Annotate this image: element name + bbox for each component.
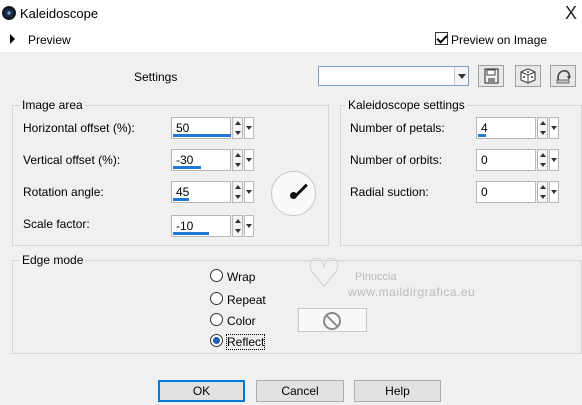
edge-color-label[interactable]: Color (227, 314, 256, 328)
orbits-spinner[interactable] (537, 149, 548, 171)
window-title: Kaleidoscope (20, 6, 99, 21)
preset-select[interactable] (318, 66, 469, 86)
spin-up-icon[interactable] (235, 219, 241, 223)
edge-repeat-label[interactable]: Repeat (227, 293, 266, 307)
spin-up-icon[interactable] (540, 121, 546, 125)
spin-down-icon[interactable] (235, 195, 241, 199)
ok-button[interactable]: OK (158, 380, 245, 402)
radial-suction-field[interactable]: 0 (476, 181, 560, 203)
watermark-url: www.maildirgrafica.eu (348, 285, 476, 299)
edge-color-radio[interactable] (210, 313, 223, 326)
vertical-offset-label: Vertical offset (%): (23, 153, 121, 167)
watermark-name: Pinuccia (355, 271, 397, 283)
vertical-offset-slider[interactable] (173, 166, 201, 169)
rotation-angle-menu[interactable] (244, 181, 254, 203)
radial-suction-label: Radial suction: (350, 185, 429, 199)
preview-toggle[interactable]: Preview (28, 33, 71, 47)
spin-down-icon[interactable] (235, 131, 241, 135)
spin-down-icon[interactable] (540, 195, 546, 199)
edge-color-swatch[interactable] (298, 308, 367, 332)
reset-icon (556, 70, 571, 84)
no-color-icon (323, 312, 341, 330)
close-button[interactable]: X (561, 3, 581, 23)
horizontal-offset-label: Horizontal offset (%): (23, 121, 135, 135)
horizontal-offset-menu[interactable] (244, 117, 254, 139)
settings-label: Settings (134, 70, 178, 84)
preview-on-image-checkbox[interactable] (435, 32, 448, 45)
spin-down-icon[interactable] (540, 163, 546, 167)
spin-up-icon[interactable] (540, 153, 546, 157)
orbits-menu[interactable] (549, 149, 559, 171)
radial-suction-input[interactable]: 0 (476, 181, 536, 203)
orbits-field[interactable]: 0 (476, 149, 560, 171)
spin-down-icon[interactable] (235, 229, 241, 233)
radial-suction-menu[interactable] (549, 181, 559, 203)
petals-slider[interactable] (478, 134, 486, 137)
scale-factor-label: Scale factor: (23, 217, 90, 231)
edge-wrap-radio[interactable] (210, 269, 223, 282)
cancel-button[interactable]: Cancel (256, 380, 344, 402)
rotation-angle-label: Rotation angle: (23, 185, 104, 199)
spin-down-icon[interactable] (540, 131, 546, 135)
image-area-title: Image area (20, 98, 85, 112)
vertical-offset-spinner[interactable] (232, 149, 243, 171)
dice-icon (520, 68, 536, 84)
scale-factor-field[interactable]: -10 (171, 215, 255, 237)
kaleidoscope-settings-title: Kaleidoscope settings (346, 98, 467, 112)
orbits-input[interactable]: 0 (476, 149, 536, 171)
expand-arrow-icon[interactable] (10, 34, 15, 44)
watermark-heart-icon: ♡ (306, 252, 342, 296)
vertical-offset-field[interactable]: -30 (171, 149, 255, 171)
preview-on-image-label[interactable]: Preview on Image (451, 33, 547, 47)
floppy-disk-icon (484, 68, 499, 84)
spin-up-icon[interactable] (540, 185, 546, 189)
rotation-dial[interactable] (271, 171, 316, 216)
spin-up-icon[interactable] (235, 153, 241, 157)
scale-factor-spinner[interactable] (232, 215, 243, 237)
rotation-angle-spinner[interactable] (232, 181, 243, 203)
spin-up-icon[interactable] (235, 121, 241, 125)
petals-spinner[interactable] (537, 117, 548, 139)
rotation-angle-field[interactable]: 45 (171, 181, 255, 203)
petals-field[interactable]: 4 (476, 117, 560, 139)
orbits-label: Number of orbits: (350, 153, 443, 167)
rotation-angle-slider[interactable] (173, 198, 189, 201)
scale-factor-slider[interactable] (173, 232, 209, 235)
edge-mode-group (12, 260, 582, 354)
chevron-down-icon[interactable] (454, 67, 468, 85)
reset-button[interactable] (550, 65, 576, 87)
spin-up-icon[interactable] (235, 185, 241, 189)
petals-label: Number of petals: (350, 121, 445, 135)
dial-center-icon (290, 192, 297, 199)
scale-factor-menu[interactable] (244, 215, 254, 237)
randomize-button[interactable] (515, 65, 541, 87)
save-preset-button[interactable] (478, 65, 504, 87)
edge-reflect-label[interactable]: Reflect (225, 334, 266, 350)
petals-menu[interactable] (549, 117, 559, 139)
edge-repeat-radio[interactable] (210, 292, 223, 305)
edge-mode-title: Edge mode (20, 253, 86, 267)
help-button[interactable]: Help (354, 380, 441, 402)
horizontal-offset-spinner[interactable] (232, 117, 243, 139)
spin-down-icon[interactable] (235, 163, 241, 167)
radial-suction-spinner[interactable] (537, 181, 548, 203)
horizontal-offset-slider[interactable] (173, 134, 231, 137)
edge-reflect-radio[interactable] (210, 334, 223, 347)
vertical-offset-menu[interactable] (244, 149, 254, 171)
app-icon (2, 6, 16, 20)
edge-wrap-label[interactable]: Wrap (227, 270, 255, 284)
horizontal-offset-field[interactable]: 50 (171, 117, 255, 139)
